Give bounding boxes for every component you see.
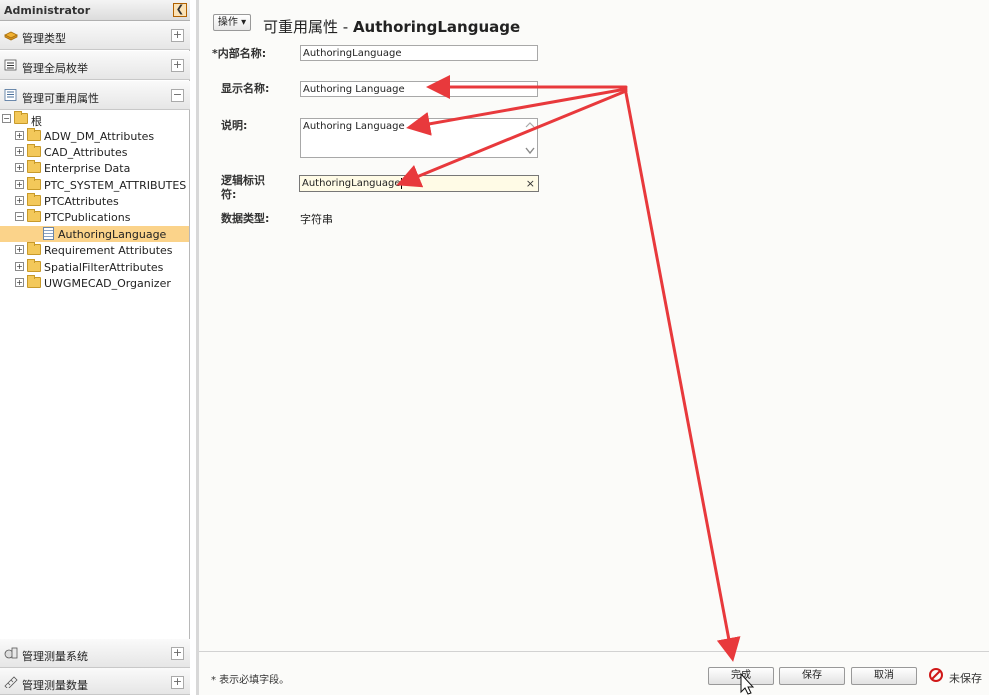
tree-expand-toggle[interactable]: +	[15, 147, 24, 156]
logical-id-field[interactable]: AuthoringLanguage ×	[299, 175, 539, 192]
cancel-button[interactable]: 取消	[851, 667, 917, 685]
tree-node-label: ADW_DM_Attributes	[44, 130, 155, 143]
unsaved-status-icon	[929, 668, 943, 682]
tree-expand-toggle[interactable]: +	[15, 163, 24, 172]
navigator-header: Administrator ❮	[0, 0, 190, 21]
folder-icon	[27, 128, 41, 141]
tree-node[interactable]: + UWGMECAD_Organizer	[0, 275, 189, 291]
page-title-name: AuthoringLanguage	[352, 18, 521, 36]
section-manage-measurement-systems[interactable]: 管理测量系统 +	[0, 639, 190, 668]
tree-node-label: AuthoringLanguage	[58, 228, 167, 241]
description-label: 说明:	[221, 119, 248, 132]
data-type-label: 数据类型:	[221, 212, 270, 225]
tree-node[interactable]: + PTCAttributes	[0, 193, 189, 209]
tree-node-label: 根	[31, 115, 42, 128]
folder-icon	[27, 144, 41, 157]
expand-toggle[interactable]: +	[171, 676, 184, 689]
logical-id-label-line1: 逻辑标识	[221, 174, 265, 187]
collapse-panel-button[interactable]: ❮	[173, 3, 187, 17]
tree-node[interactable]: + SpatialFilterAttributes	[0, 259, 189, 275]
folder-icon	[14, 111, 28, 124]
collapse-toggle[interactable]: −	[171, 89, 184, 102]
display-name-field[interactable]: Authoring Language	[300, 81, 538, 97]
textarea-scroll-arrows[interactable]	[524, 120, 536, 158]
folder-icon	[27, 160, 41, 173]
actions-menu-button[interactable]: 操作 ▾	[213, 14, 251, 31]
display-name-label: 显示名称:	[221, 82, 270, 95]
enum-icon	[4, 59, 17, 71]
navigator-title: Administrator	[4, 4, 91, 17]
tree-node[interactable]: + Requirement Attributes	[0, 242, 189, 258]
logical-id-label: 逻辑标识 符:	[221, 174, 265, 202]
tree-node-label: PTCPublications	[44, 211, 131, 224]
clear-field-icon[interactable]: ×	[526, 177, 535, 190]
tree-expand-toggle[interactable]: +	[15, 245, 24, 254]
folder-icon	[27, 275, 41, 288]
tree-node[interactable]: + PTC_SYSTEM_ATTRIBUTES	[0, 177, 189, 193]
tree-node-label: PTC_SYSTEM_ATTRIBUTES	[44, 179, 187, 192]
tree-node-label: PTCAttributes	[44, 195, 119, 208]
internal-name-field[interactable]: AuthoringLanguage	[300, 45, 538, 61]
section-label: 管理类型	[22, 32, 66, 45]
attribute-detail-panel: 操作 ▾ 可重用属性 - AuthoringLanguage *内部名称: Au…	[196, 0, 989, 695]
section-manage-measurement-quantities[interactable]: 管理测量数量 +	[0, 668, 190, 695]
folder-icon	[27, 209, 41, 222]
navigator-panel: Administrator ❮ 管理类型 + 管理全局枚举 + 管理可重用属性 …	[0, 0, 190, 695]
tree-collapse-toggle[interactable]: −	[15, 212, 24, 221]
section-label: 管理全局枚举	[22, 62, 88, 75]
attribute-document-icon	[43, 227, 54, 240]
folder-icon	[27, 177, 41, 190]
logical-id-value: AuthoringLanguage	[302, 178, 401, 189]
description-text: Authoring Language	[303, 121, 405, 132]
internal-name-label-text: 内部名称:	[217, 47, 267, 60]
expand-toggle[interactable]: +	[171, 29, 184, 42]
done-button[interactable]: 完成	[708, 667, 774, 685]
tree-node[interactable]: + Enterprise Data	[0, 160, 189, 176]
tree-node[interactable]: + CAD_Attributes	[0, 144, 189, 160]
tree-expand-toggle[interactable]: +	[15, 278, 24, 287]
folder-icon	[27, 193, 41, 206]
folder-icon	[27, 242, 41, 255]
expand-toggle[interactable]: +	[171, 59, 184, 72]
tree-expand-toggle[interactable]: +	[15, 262, 24, 271]
folder-icon	[27, 259, 41, 272]
form-footer: * 表示必填字段。 完成 保存 取消 未保存	[199, 651, 989, 695]
logical-id-label-line2: 符:	[221, 188, 237, 201]
tree-node-label: UWGMECAD_Organizer	[44, 277, 171, 290]
tree-node-label: CAD_Attributes	[44, 146, 128, 159]
section-label: 管理可重用属性	[22, 92, 99, 105]
attributes-icon	[4, 89, 17, 101]
measurement-quantity-icon	[4, 676, 18, 688]
tree-expand-toggle[interactable]: +	[15, 180, 24, 189]
section-manage-types[interactable]: 管理类型 +	[0, 21, 190, 50]
page-title-prefix: 可重用属性 -	[263, 18, 353, 36]
text-caret	[401, 178, 403, 189]
expand-toggle[interactable]: +	[171, 647, 184, 660]
data-type-value: 字符串	[300, 213, 333, 226]
section-manage-enumerations[interactable]: 管理全局枚举 +	[0, 51, 190, 80]
tree-collapse-toggle[interactable]: −	[2, 114, 11, 123]
tree-node-label: Enterprise Data	[44, 162, 131, 175]
internal-name-label: *内部名称:	[212, 45, 266, 61]
section-label: 管理测量数量	[22, 679, 88, 692]
save-button[interactable]: 保存	[779, 667, 845, 685]
required-fields-note: * 表示必填字段。	[211, 675, 290, 686]
tree-node-label: Requirement Attributes	[44, 244, 173, 257]
tree-expand-toggle[interactable]: +	[15, 131, 24, 140]
section-manage-reusable-attributes[interactable]: 管理可重用属性 −	[0, 81, 190, 110]
unsaved-status-text: 未保存	[949, 672, 982, 685]
tree-node-root[interactable]: − 根	[0, 111, 189, 128]
description-textarea[interactable]: Authoring Language	[300, 118, 538, 158]
tree-expand-toggle[interactable]: +	[15, 196, 24, 205]
types-icon	[4, 31, 18, 41]
section-label: 管理测量系统	[22, 650, 88, 663]
measurement-system-icon	[4, 647, 18, 659]
tree-node-selected[interactable]: AuthoringLanguage	[0, 226, 189, 242]
tree-node[interactable]: − PTCPublications	[0, 209, 189, 225]
tree-node-label: SpatialFilterAttributes	[44, 261, 164, 274]
tree-node[interactable]: + ADW_DM_Attributes	[0, 128, 189, 144]
page-title: 可重用属性 - AuthoringLanguage	[263, 16, 520, 37]
